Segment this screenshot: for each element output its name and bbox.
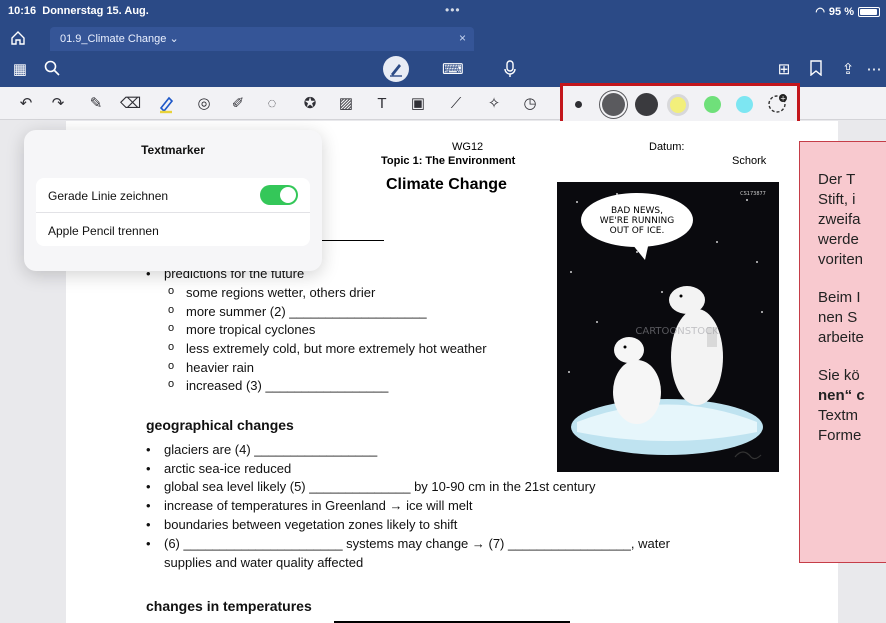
document-tab[interactable]: 01.9_Climate Change ⌄ ×: [50, 27, 474, 51]
ruler-icon[interactable]: ⟋: [446, 94, 466, 114]
color-swatch-yellow[interactable]: [667, 94, 689, 116]
app-header: 10:16 Donnerstag 15. Aug. ••• ◠ 95 % 01.…: [0, 0, 886, 87]
undo-icon[interactable]: ↶: [16, 94, 36, 114]
share-icon[interactable]: ⇪: [838, 60, 858, 80]
straight-line-toggle[interactable]: [260, 185, 298, 205]
popover-options: Gerade Linie zeichnen Apple Pencil trenn…: [36, 178, 310, 246]
bookmark-icon[interactable]: [806, 60, 826, 80]
grid-view-icon[interactable]: ▦: [10, 60, 30, 80]
tab-row: 01.9_Climate Change ⌄ ×: [0, 27, 886, 51]
status-time: 10:16 Donnerstag 15. Aug.: [8, 5, 149, 17]
list-item: global sea level likely (5) ____________…: [146, 479, 595, 494]
nav-toolbar: ▦ ⌨ ⊞ ⇪ ⋯: [0, 55, 886, 85]
pen-icon: [390, 64, 402, 77]
chevron-down-icon[interactable]: ⌄: [169, 33, 178, 45]
lasso-fill-icon[interactable]: ✐: [228, 94, 248, 114]
color-swatch-cyan[interactable]: [736, 96, 753, 113]
list-item: increased (3) _________________: [168, 378, 388, 393]
section-heading: changes in temperatures: [146, 598, 312, 614]
shapes-icon[interactable]: ◎: [194, 94, 214, 114]
polar-bear-cartoon: BAD NEWS, WE'RE RUNNING OUT OF ICE. CS17…: [557, 182, 779, 472]
list-item: increase of temperatures in Greenland → …: [146, 498, 473, 513]
timer-icon[interactable]: ◷: [520, 94, 540, 114]
text-box-icon[interactable]: T: [372, 94, 392, 114]
eraser-icon[interactable]: ⌫: [120, 94, 141, 114]
microphone-icon[interactable]: [500, 60, 520, 80]
color-palette: +: [560, 83, 800, 125]
svg-text:CARTOONSTOCK: CARTOONSTOCK: [635, 326, 719, 337]
sticker-icon[interactable]: ✪: [300, 94, 320, 114]
doc-teacher: Schork: [732, 155, 767, 167]
section-heading: geographical changes: [146, 417, 294, 433]
list-item: heavier rain: [168, 360, 254, 375]
cartoon-image[interactable]: BAD NEWS, WE'RE RUNNING OUT OF ICE. CS17…: [557, 182, 779, 472]
doc-course: WG12: [452, 141, 484, 153]
redo-icon[interactable]: ↷: [48, 94, 68, 114]
note-paragraph-1: Der T Stift, i zweifa werde voriten: [818, 171, 864, 268]
battery-status: ◠ 95 %: [815, 5, 880, 18]
color-swatch-dark[interactable]: [635, 93, 658, 116]
list-item: arctic sea-ice reduced: [146, 461, 291, 476]
status-bar: 10:16 Donnerstag 15. Aug. ••• ◠ 95 %: [0, 0, 886, 22]
note-paragraph-3: Sie kö nen“ c Textm Forme: [818, 367, 865, 444]
highlighter-icon[interactable]: [156, 94, 176, 114]
svg-text:CS173877: CS173877: [740, 191, 766, 197]
svg-text:WE'RE RUNNING: WE'RE RUNNING: [600, 216, 675, 226]
svg-text:BAD NEWS,: BAD NEWS,: [611, 206, 663, 216]
list-item: some regions wetter, others drier: [168, 285, 375, 300]
document-tab-title: 01.9_Climate Change: [60, 33, 167, 45]
list-item: glaciers are (4) _________________: [146, 442, 377, 457]
note-paragraph-2: Beim Inen Sarbeite: [818, 289, 864, 346]
list-item: boundaries between vegetation zones like…: [146, 517, 457, 532]
straight-line-option[interactable]: Gerade Linie zeichnen: [36, 178, 310, 212]
more-icon[interactable]: ⋯: [864, 60, 884, 80]
home-icon[interactable]: [10, 30, 26, 46]
list-item: more tropical cyclones: [168, 322, 315, 337]
doc-title: Climate Change: [386, 176, 507, 193]
color-swatch-gray[interactable]: [602, 93, 625, 116]
svg-text:OUT OF ICE.: OUT OF ICE.: [610, 226, 665, 236]
wifi-icon: ◠: [815, 6, 825, 18]
highlighter-settings-popover: Textmarker Gerade Linie zeichnen Apple P…: [24, 130, 322, 271]
doc-date-label: Datum:: [649, 141, 685, 153]
scan-icon[interactable]: ▣: [408, 94, 428, 114]
keyboard-icon[interactable]: ⌨: [442, 60, 464, 80]
svg-text:+: +: [780, 95, 786, 103]
list-item-continuation: supplies and water quality affected: [164, 555, 364, 570]
laser-pointer-icon[interactable]: ✧: [484, 94, 504, 114]
battery-percent: 95 %: [828, 5, 854, 18]
list-item: (6) ______________________ systems may c…: [146, 536, 670, 551]
battery-icon: [858, 6, 880, 17]
annotation-note: Der T Stift, i zweifa werde voriten Beim Ine…: [799, 141, 886, 563]
close-icon[interactable]: ×: [459, 31, 466, 45]
add-page-icon[interactable]: ⊞: [774, 60, 794, 80]
list-item: more summer (2) ___________________: [168, 304, 427, 319]
lasso-icon[interactable]: ◌: [262, 94, 282, 114]
color-picker-icon[interactable]: +: [767, 92, 789, 114]
separate-pencil-label: Apple Pencil trennen: [48, 224, 159, 238]
stroke-width-thin[interactable]: [575, 101, 582, 108]
separate-pencil-option[interactable]: Apple Pencil trennen: [36, 212, 310, 246]
color-swatch-green[interactable]: [704, 96, 721, 113]
straight-line-label: Gerade Linie zeichnen: [48, 189, 169, 203]
list-item: less extremely cold, but more extremely …: [168, 341, 487, 356]
pen-tool-icon[interactable]: ✎: [86, 94, 106, 114]
toggle-knob: [280, 187, 296, 203]
image-icon[interactable]: ▨: [336, 94, 356, 114]
doc-topic: Topic 1: The Environment: [381, 155, 516, 167]
popover-title: Textmarker: [141, 143, 205, 157]
multitasking-dots-icon[interactable]: •••: [445, 3, 461, 17]
pen-mode-button[interactable]: [383, 56, 409, 82]
search-icon[interactable]: [42, 60, 62, 80]
